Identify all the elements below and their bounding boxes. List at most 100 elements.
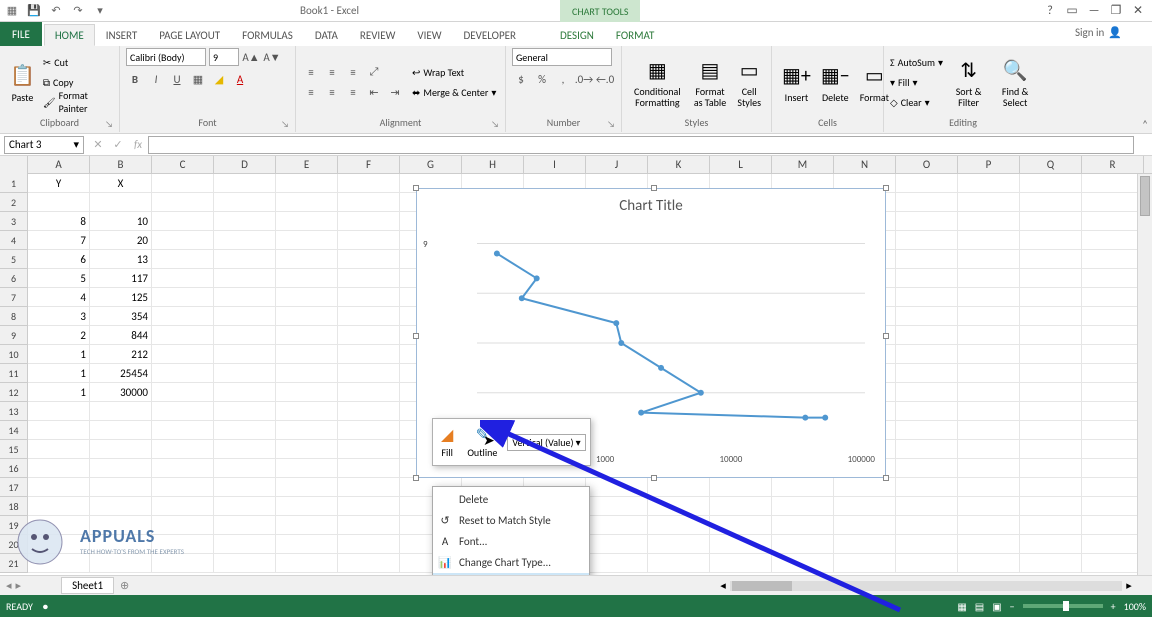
column-header[interactable]: Q — [1020, 156, 1082, 173]
cell[interactable] — [958, 212, 1020, 231]
help-icon[interactable]: ? — [1040, 2, 1060, 20]
cell[interactable] — [338, 478, 400, 497]
horizontal-scrollbar[interactable]: ◂ ▸ — [716, 579, 1136, 593]
restore-icon[interactable]: ❐ — [1106, 2, 1126, 20]
cell[interactable] — [958, 497, 1020, 516]
cell[interactable] — [958, 421, 1020, 440]
cell[interactable] — [276, 440, 338, 459]
cell[interactable] — [28, 440, 90, 459]
cell[interactable] — [1082, 440, 1144, 459]
cell[interactable] — [338, 402, 400, 421]
chevron-down-icon[interactable]: ▾ — [73, 138, 79, 151]
cell[interactable] — [214, 459, 276, 478]
column-header[interactable]: H — [462, 156, 524, 173]
cell[interactable] — [1020, 288, 1082, 307]
ctx-font[interactable]: AFont... — [433, 531, 589, 552]
cell[interactable] — [90, 478, 152, 497]
tab-home[interactable]: HOME — [44, 24, 95, 46]
cell[interactable] — [276, 364, 338, 383]
cell[interactable] — [958, 516, 1020, 535]
cell[interactable]: 8 — [28, 212, 90, 231]
zoom-slider[interactable] — [1023, 604, 1103, 608]
cell[interactable]: X — [90, 174, 152, 193]
cell[interactable] — [648, 478, 710, 497]
cell[interactable] — [152, 250, 214, 269]
cell[interactable] — [648, 516, 710, 535]
cell[interactable] — [1020, 497, 1082, 516]
chart-title[interactable]: Chart Title — [417, 197, 885, 215]
cell[interactable] — [152, 478, 214, 497]
currency-button[interactable]: $ — [512, 70, 530, 88]
sort-filter-button[interactable]: ⇅Sort & Filter — [949, 54, 988, 110]
cell[interactable] — [338, 383, 400, 402]
tab-formulas[interactable]: FORMULAS — [231, 24, 304, 46]
row-header[interactable]: 15 — [0, 440, 28, 459]
cell[interactable] — [896, 402, 958, 421]
chart-plot-area[interactable] — [477, 239, 865, 447]
cell[interactable] — [214, 554, 276, 573]
cell[interactable]: 10 — [90, 212, 152, 231]
sign-in-link[interactable]: Sign in👤 — [1075, 26, 1122, 39]
find-select-button[interactable]: 🔍Find & Select — [994, 54, 1036, 110]
cell[interactable] — [90, 440, 152, 459]
cell[interactable] — [152, 326, 214, 345]
cell[interactable] — [338, 269, 400, 288]
row-header[interactable]: 1 — [0, 174, 28, 193]
cell[interactable] — [276, 535, 338, 554]
cell[interactable]: 212 — [90, 345, 152, 364]
cell[interactable]: 4 — [28, 288, 90, 307]
column-header[interactable]: K — [648, 156, 710, 173]
row-header[interactable]: 14 — [0, 421, 28, 440]
cell[interactable]: 354 — [90, 307, 152, 326]
cell[interactable] — [1082, 478, 1144, 497]
column-header[interactable]: N — [834, 156, 896, 173]
cell[interactable] — [28, 478, 90, 497]
cell[interactable] — [276, 383, 338, 402]
cell[interactable] — [214, 212, 276, 231]
row-header[interactable]: 17 — [0, 478, 28, 497]
indent-dec-button[interactable]: ⇤ — [365, 83, 383, 101]
cell[interactable] — [772, 535, 834, 554]
cell[interactable] — [338, 250, 400, 269]
column-header[interactable]: M — [772, 156, 834, 173]
cell[interactable]: 2 — [28, 326, 90, 345]
column-header[interactable]: B — [90, 156, 152, 173]
align-middle-button[interactable]: ≡ — [323, 63, 341, 81]
cell[interactable] — [1082, 212, 1144, 231]
cell[interactable] — [338, 554, 400, 573]
tab-review[interactable]: REVIEW — [349, 24, 407, 46]
row-header[interactable]: 7 — [0, 288, 28, 307]
row-header[interactable]: 12 — [0, 383, 28, 402]
cell[interactable] — [1082, 269, 1144, 288]
column-header[interactable]: L — [710, 156, 772, 173]
cell[interactable] — [338, 421, 400, 440]
cell[interactable] — [276, 326, 338, 345]
tab-design[interactable]: DESIGN — [549, 24, 605, 46]
cell[interactable] — [214, 174, 276, 193]
cell[interactable] — [710, 535, 772, 554]
cell[interactable] — [1020, 535, 1082, 554]
cell[interactable] — [214, 269, 276, 288]
cell[interactable] — [152, 459, 214, 478]
accept-formula-icon[interactable]: ✓ — [108, 138, 128, 151]
cell[interactable] — [152, 421, 214, 440]
cell[interactable] — [1020, 554, 1082, 573]
cell[interactable] — [90, 402, 152, 421]
tab-format[interactable]: FORMAT — [605, 24, 665, 46]
cell[interactable] — [1082, 174, 1144, 193]
row-header[interactable]: 11 — [0, 364, 28, 383]
cell[interactable] — [214, 497, 276, 516]
cell[interactable] — [28, 193, 90, 212]
cell[interactable] — [958, 440, 1020, 459]
bold-button[interactable]: B — [126, 70, 144, 88]
cell[interactable] — [896, 345, 958, 364]
vertical-scrollbar[interactable] — [1137, 174, 1152, 590]
cell[interactable] — [338, 326, 400, 345]
cell[interactable] — [772, 554, 834, 573]
row-header[interactable]: 5 — [0, 250, 28, 269]
align-bottom-button[interactable]: ≡ — [344, 63, 362, 81]
cell[interactable] — [152, 307, 214, 326]
select-all-button[interactable] — [0, 156, 28, 174]
inc-decimal-button[interactable]: .0→ — [575, 70, 593, 88]
column-header[interactable]: I — [524, 156, 586, 173]
